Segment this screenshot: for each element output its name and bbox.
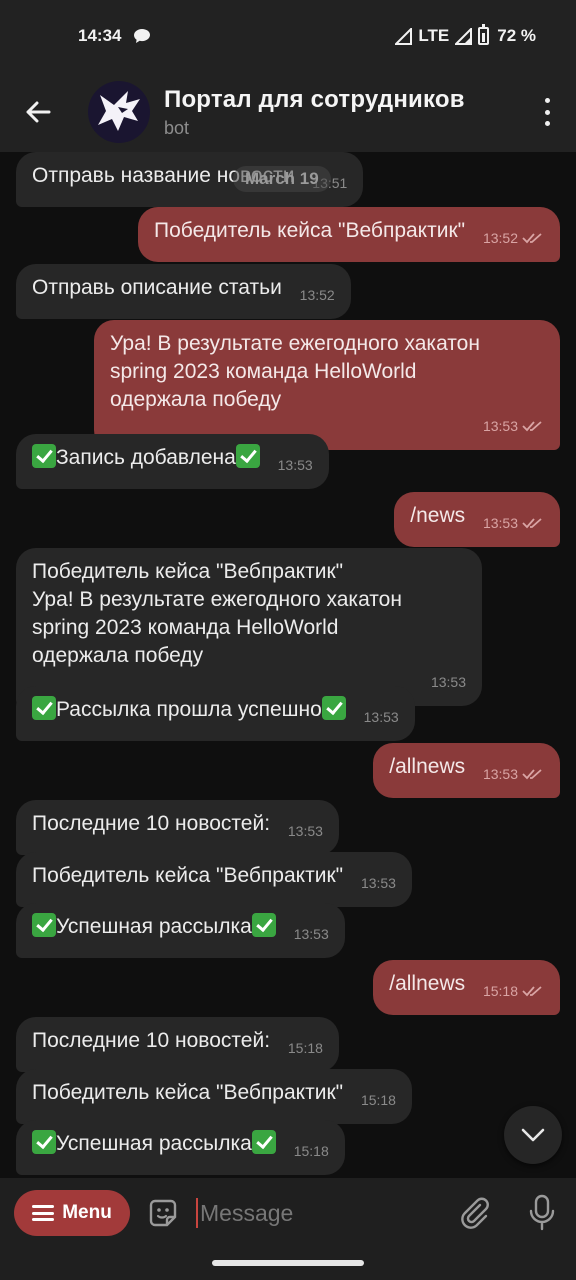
outgoing-message[interactable]: /news 13:53 [394,492,560,547]
message-time: 13:52 [299,287,335,303]
battery-label: 72 % [497,26,536,45]
more-options-button[interactable] [542,98,552,126]
bot-menu-button[interactable]: Menu [14,1190,130,1236]
incoming-message[interactable]: Победитель кейса "Вебпрактик" Ура! В рез… [16,548,482,706]
chat-header: Портал для сотрудников bot [0,72,576,152]
menu-label: Menu [62,1202,112,1223]
message-time: 15:18 [482,983,518,999]
back-arrow-icon [26,101,51,123]
message-list[interactable]: Отправь название новости 13:51 March 19 … [0,152,576,1178]
incoming-message[interactable]: Победитель кейса "Вебпрактик" 13:53 [16,852,412,907]
incoming-message[interactable]: Запись добавлена 13:53 [16,434,329,489]
double-check-icon [522,421,542,432]
more-vertical-icon [544,98,550,103]
check-mark-emoji-icon [235,444,260,468]
chat-title[interactable]: Портал для сотрудников [164,86,465,114]
avatar[interactable] [88,81,150,143]
outgoing-message[interactable]: Победитель кейса "Вебпрактик" 13:52 [138,207,560,262]
message-time: 13:52 [482,230,518,246]
battery-icon [478,24,490,45]
message-text: Победитель кейса "Вебпрактик" Ура! В рез… [32,560,402,667]
message-text: /allnews [389,755,466,778]
message-time: 15:18 [360,1092,396,1108]
message-text: Последние 10 новостей: [32,1029,271,1052]
microphone-icon[interactable] [528,1194,556,1232]
message-text: Победитель кейса "Вебпрактик" [32,1081,344,1104]
message-time: 13:53 [293,926,329,942]
message-time: 13:53 [363,709,399,725]
message-time: 13:53 [482,515,518,531]
check-mark-emoji-icon [321,696,346,720]
message-text: Отправь описание статьи [32,276,282,299]
double-check-icon [522,233,542,244]
incoming-message[interactable]: Последние 10 новостей: 15:18 [16,1017,339,1072]
double-check-icon [522,518,542,529]
check-mark-emoji-icon [32,444,56,468]
signal-icon [455,27,473,45]
message-text: Запись добавлена [56,446,236,469]
text-caret [196,1198,198,1228]
sticker-icon[interactable] [146,1196,180,1230]
message-time: 15:18 [287,1040,323,1056]
outgoing-message[interactable]: Ура! В результате ежегодного хакатон spr… [94,320,560,450]
double-check-icon [522,986,542,997]
incoming-message[interactable]: Победитель кейса "Вебпрактик" 15:18 [16,1069,412,1124]
telegram-chat-screen: 14:34 LTE 72 % Портал для сотрудников bo… [0,0,576,1280]
message-time: 13:53 [277,457,313,473]
check-mark-emoji-icon [251,913,276,937]
message-time: 13:53 [482,418,518,434]
check-mark-emoji-icon [32,696,56,720]
wolf-logo-icon [98,91,140,131]
chat-bubble-icon [134,29,151,43]
message-text: Рассылка прошла успешно [56,698,322,721]
message-input[interactable]: Message [196,1198,293,1228]
check-mark-emoji-icon [32,1130,56,1154]
system-navigation-bar [0,1248,576,1280]
incoming-message[interactable]: Последние 10 новостей: 13:53 [16,800,339,855]
message-text: /news [410,504,466,527]
message-text: /allnews [389,972,466,995]
message-text: Победитель кейса "Вебпрактик" [32,864,344,887]
paperclip-icon[interactable] [458,1196,492,1230]
message-time: 15:18 [293,1143,329,1159]
menu-burger-icon [32,1205,55,1221]
home-gesture-handle[interactable] [212,1260,364,1266]
incoming-message[interactable]: Успешная рассылка 13:53 [16,903,345,958]
outgoing-message[interactable]: /allnews 13:53 [373,743,560,798]
incoming-message[interactable]: Отправь описание статьи 13:52 [16,264,351,319]
message-text: Успешная рассылка [56,1132,252,1155]
check-mark-emoji-icon [32,913,56,937]
status-time: 14:34 [78,26,122,45]
back-button[interactable] [0,72,76,152]
message-text: Последние 10 новостей: [32,812,271,835]
chat-subtitle: bot [164,117,190,138]
double-check-icon [522,769,542,780]
message-time: 13:53 [360,875,396,891]
message-placeholder: Message [200,1199,294,1226]
date-chip: March 19 [233,166,331,192]
outgoing-message[interactable]: /allnews 15:18 [373,960,560,1015]
chevron-down-icon [521,1128,545,1142]
status-bar: 14:34 LTE 72 % [0,0,576,72]
message-text: Победитель кейса "Вебпрактик" [154,219,466,242]
check-mark-emoji-icon [251,1130,276,1154]
message-text: Ура! В результате ежегодного хакатон spr… [110,332,480,411]
message-time: 13:53 [482,766,518,782]
incoming-message[interactable]: Рассылка прошла успешно 13:53 [16,686,415,741]
message-time: 13:53 [287,823,323,839]
message-time: 13:53 [430,674,466,690]
signal-icon [395,27,413,45]
incoming-message[interactable]: Успешная рассылка 15:18 [16,1120,345,1175]
network-label: LTE [418,26,450,45]
message-text: Успешная рассылка [56,915,252,938]
scroll-to-bottom-button[interactable] [504,1106,562,1164]
message-input-bar: Menu Message [0,1178,576,1248]
